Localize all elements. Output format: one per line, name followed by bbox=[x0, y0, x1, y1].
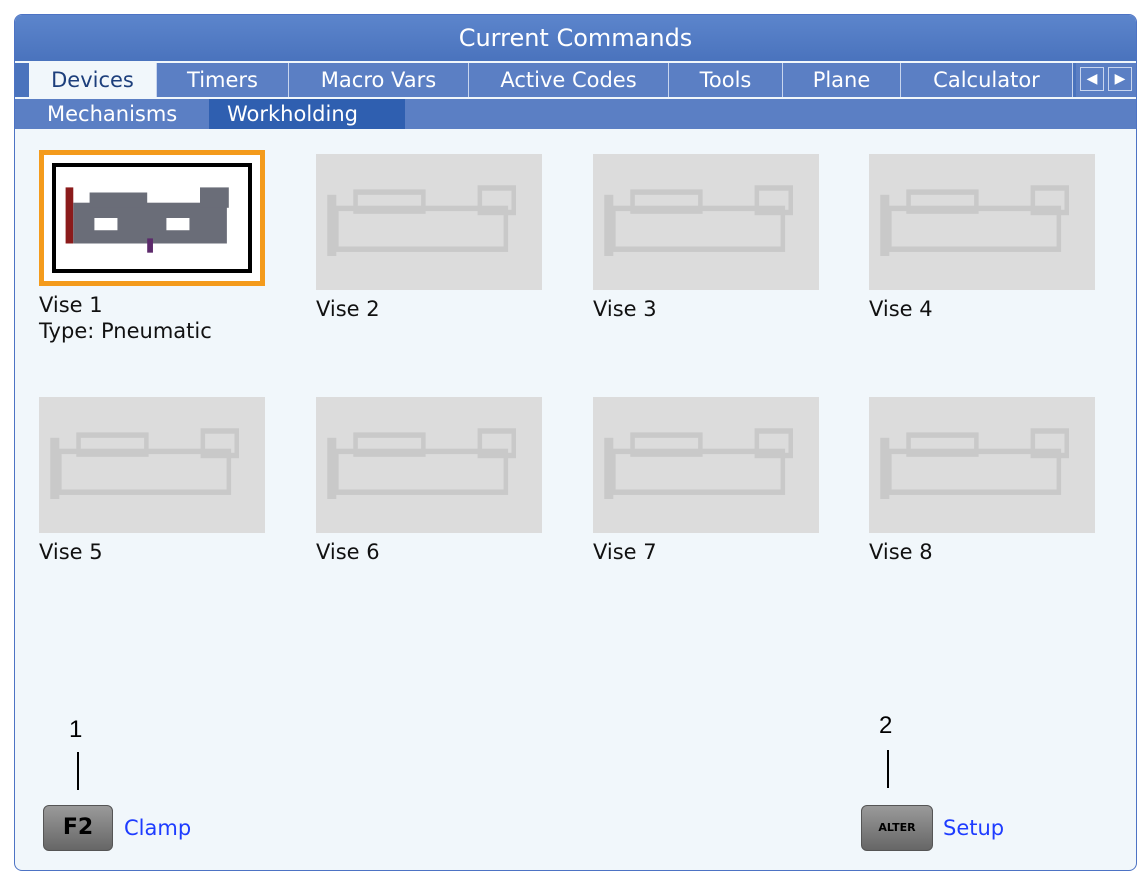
vise-3-caption: Vise 3 bbox=[593, 297, 657, 321]
subtab-bar: Mechanisms Workholding bbox=[15, 99, 1136, 129]
tab-tools[interactable]: Tools bbox=[669, 63, 783, 97]
tab-devices[interactable]: Devices bbox=[29, 63, 157, 97]
vise-5-caption: Vise 5 bbox=[39, 540, 103, 564]
vise-2-caption: Vise 2 bbox=[316, 297, 380, 321]
vise-drawing-icon bbox=[50, 428, 240, 499]
subtab-workholding[interactable]: Workholding bbox=[209, 99, 405, 129]
vise-7-thumbnail[interactable] bbox=[593, 397, 819, 533]
vise-1-caption: Vise 1 Type: Pneumatic bbox=[39, 292, 212, 344]
vise-3-thumbnail[interactable] bbox=[593, 154, 819, 290]
tab-scroll-right-icon[interactable]: ▶ bbox=[1108, 67, 1132, 91]
callout-1: 1 bbox=[69, 716, 83, 743]
vise-4-caption: Vise 4 bbox=[869, 297, 933, 321]
tab-macro-vars[interactable]: Macro Vars bbox=[289, 63, 469, 97]
vise-2-thumbnail[interactable] bbox=[316, 154, 542, 290]
subtab-mechanisms[interactable]: Mechanisms bbox=[29, 99, 209, 129]
vise-8-thumbnail[interactable] bbox=[869, 397, 1095, 533]
tab-bar: Devices Timers Macro Vars Active Codes T… bbox=[15, 63, 1136, 97]
vise-5-thumbnail[interactable] bbox=[39, 397, 265, 533]
tab-plane[interactable]: Plane bbox=[783, 63, 901, 97]
vise-drawing-icon bbox=[327, 185, 517, 256]
vise-6-caption: Vise 6 bbox=[316, 540, 380, 564]
vise-drawing-icon bbox=[327, 428, 517, 499]
vise-drawing-icon bbox=[880, 185, 1070, 256]
setup-action-label[interactable]: Setup bbox=[943, 816, 1004, 840]
vise-4-thumbnail[interactable] bbox=[869, 154, 1095, 290]
f2-key-button[interactable]: F2 bbox=[43, 805, 113, 851]
tab-scroll-controls: ◀ ▶ bbox=[1076, 63, 1136, 97]
vise-drawing-icon bbox=[65, 187, 229, 253]
vise-drawing-icon bbox=[604, 428, 794, 499]
vise-1-thumbnail[interactable] bbox=[39, 150, 265, 286]
vise-drawing-icon bbox=[604, 185, 794, 256]
tab-timers[interactable]: Timers bbox=[157, 63, 289, 97]
tab-calculator[interactable]: Calculator bbox=[901, 63, 1073, 97]
vise-7-caption: Vise 7 bbox=[593, 540, 657, 564]
vise-6-thumbnail[interactable] bbox=[316, 397, 542, 533]
window-title: Current Commands bbox=[15, 15, 1136, 61]
vise-name: Vise 1 bbox=[39, 293, 103, 317]
callout-2-line bbox=[887, 750, 889, 788]
vise-type: Type: Pneumatic bbox=[39, 319, 212, 343]
tab-active-codes[interactable]: Active Codes bbox=[469, 63, 669, 97]
callout-2: 2 bbox=[879, 712, 893, 739]
vise-8-caption: Vise 8 bbox=[869, 540, 933, 564]
tab-scroll-left-icon[interactable]: ◀ bbox=[1080, 67, 1104, 91]
clamp-action-label[interactable]: Clamp bbox=[124, 816, 191, 840]
callout-1-line bbox=[77, 752, 79, 790]
alter-key-button[interactable]: ALTER bbox=[861, 805, 933, 851]
vise-drawing-icon bbox=[880, 428, 1070, 499]
